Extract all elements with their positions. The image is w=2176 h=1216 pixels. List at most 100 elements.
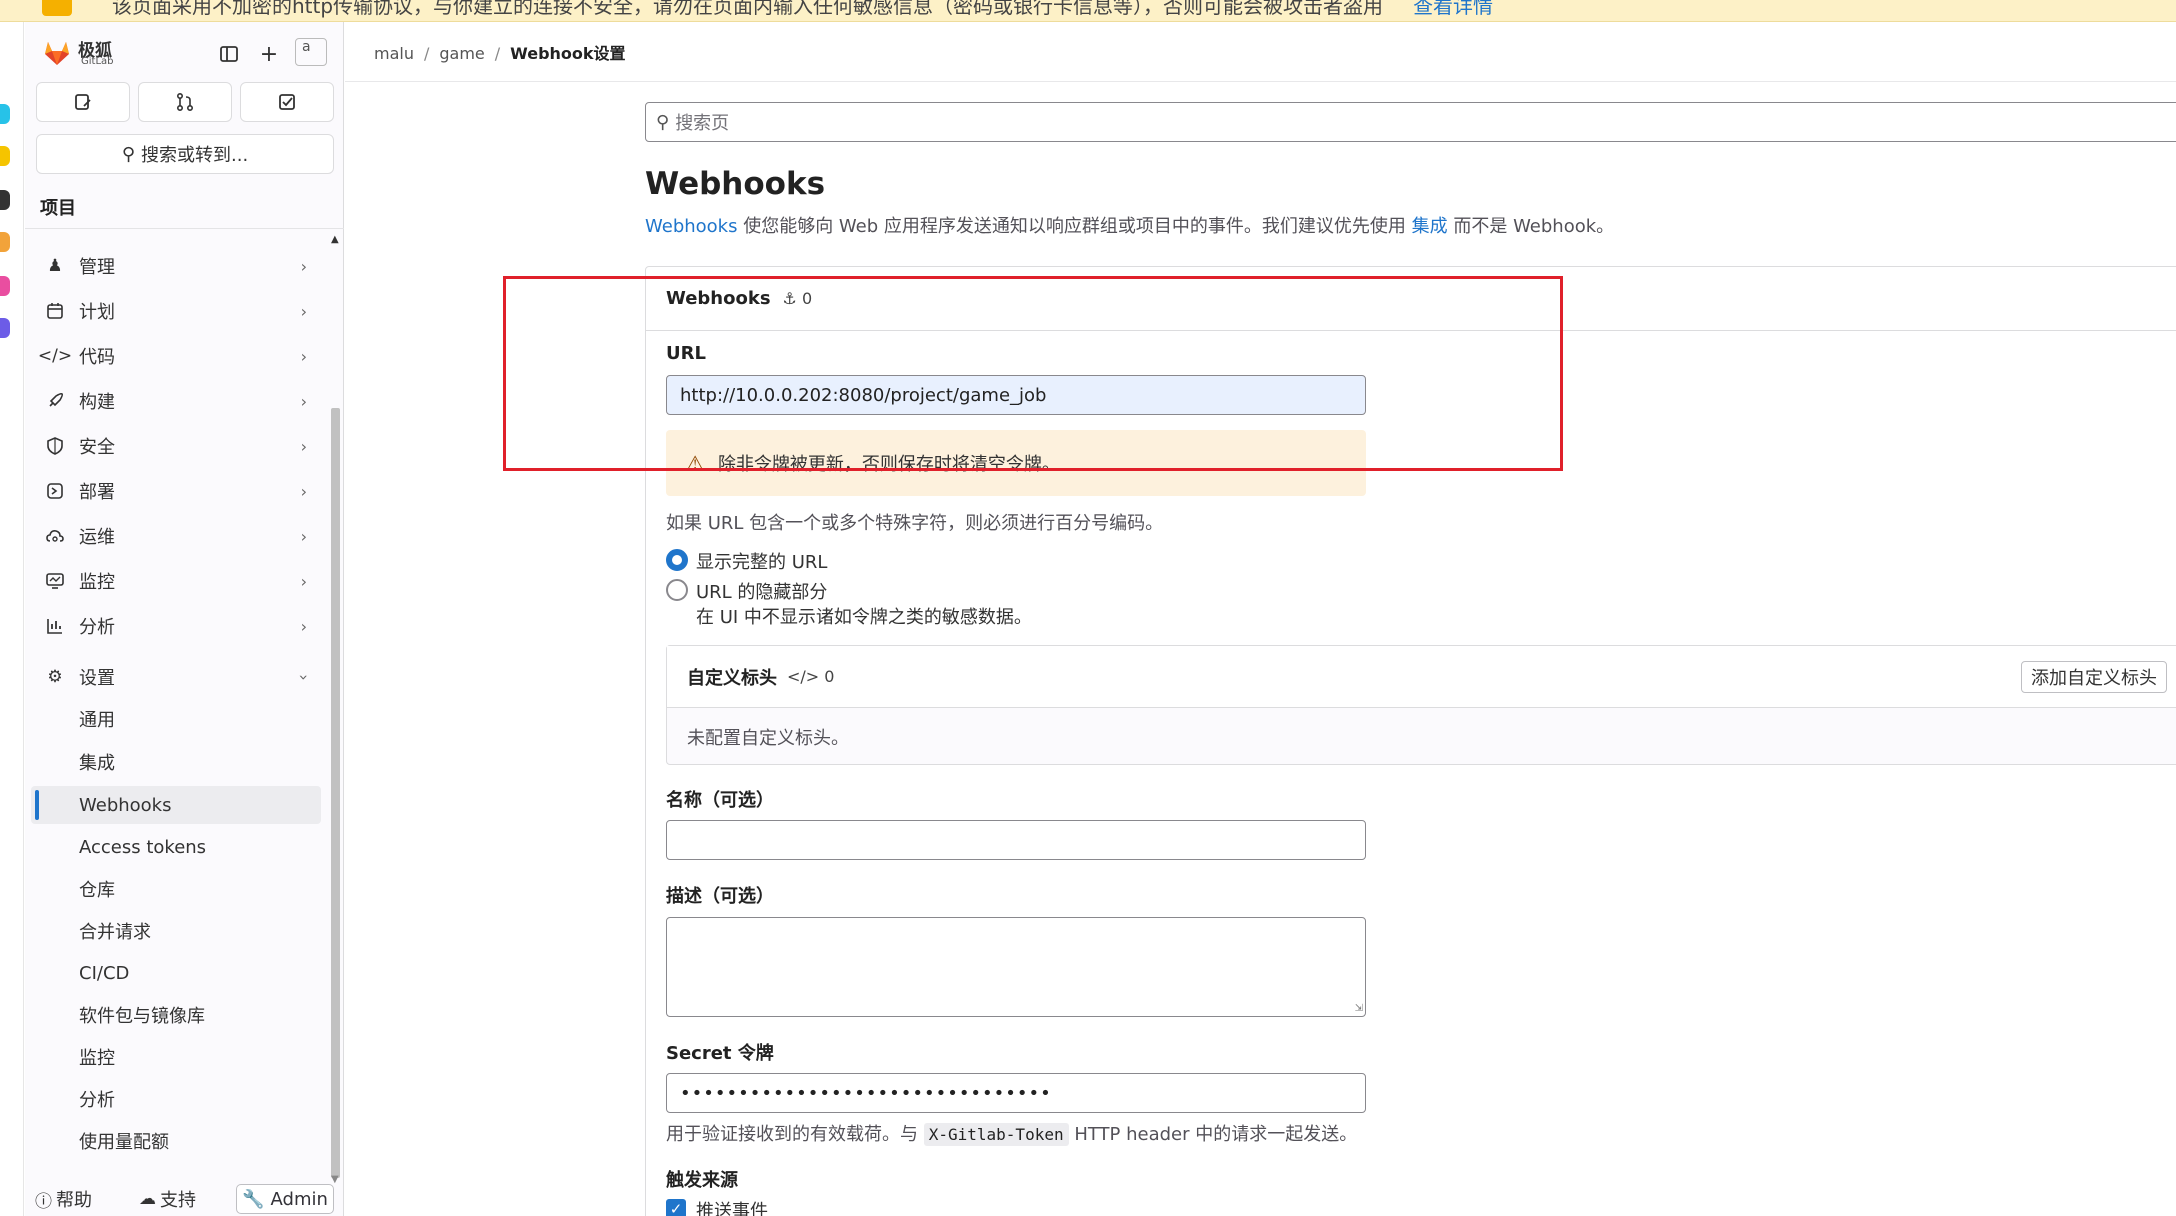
nav-item-security[interactable]: 安全 ›	[31, 426, 321, 466]
nav-label: 监控	[79, 572, 115, 593]
name-label: 名称（可选）	[666, 790, 774, 811]
chevron-right-icon: ›	[300, 436, 307, 456]
nav-item-build[interactable]: 构建 ›	[31, 381, 321, 421]
nav-item-operate[interactable]: 运维 ›	[31, 516, 321, 556]
todos-button[interactable]	[240, 82, 334, 122]
secret-value: ••••••••••••••••••••••••••••••••	[680, 1082, 1052, 1104]
nav-label: 代码	[79, 347, 115, 368]
show-full-url-radio[interactable]	[666, 549, 688, 571]
desc-text: 而不是 Webhook。	[1447, 216, 1615, 237]
mask-url-label[interactable]: URL 的隐藏部分	[696, 578, 827, 604]
show-full-url-label[interactable]: 显示完整的 URL	[696, 548, 827, 574]
sub-item-monitor[interactable]: 监控	[31, 1038, 321, 1076]
nav-item-settings[interactable]: ⚙ 设置 ›	[31, 657, 321, 697]
merge-request-icon	[176, 92, 194, 112]
push-events-label[interactable]: 推送事件	[696, 1197, 768, 1216]
search-or-go-button[interactable]: ⚲ 搜索或转到...	[36, 134, 334, 174]
merge-requests-button[interactable]	[138, 82, 232, 122]
chat-icon: ☁	[139, 1189, 156, 1209]
sub-item-merge-requests[interactable]: 合并请求	[31, 912, 321, 950]
scrollbar-thumb[interactable]	[331, 408, 340, 1178]
nav-label: 构建	[79, 392, 115, 413]
todo-icon	[279, 94, 295, 110]
admin-button[interactable]: 🔧 Admin	[236, 1184, 334, 1214]
name-input[interactable]	[666, 820, 1366, 860]
breadcrumb-current[interactable]: Webhook设置	[510, 44, 625, 63]
create-new-icon[interactable]: +	[251, 36, 287, 72]
breadcrumb-item[interactable]: malu	[374, 44, 414, 63]
support-button[interactable]: ☁ 支持	[139, 1184, 196, 1214]
toggle-sidebar-icon[interactable]	[211, 36, 247, 72]
breadcrumb-item[interactable]: game	[439, 44, 484, 63]
sidebar-scrollbar[interactable]: ▲ ▼	[328, 228, 342, 1188]
browser-side-strip	[0, 22, 24, 1216]
nav-item-manage[interactable]: ♟ 管理 ›	[31, 246, 321, 286]
nav-item-analyze[interactable]: 分析 ›	[31, 606, 321, 646]
nav-item-deploy[interactable]: 部署 ›	[31, 471, 321, 511]
wrench-icon: 🔧	[242, 1188, 265, 1210]
chevron-right-icon: ›	[300, 346, 307, 366]
description-textarea[interactable]: ⇲	[666, 917, 1366, 1017]
sub-item-analytics[interactable]: 分析	[31, 1080, 321, 1118]
sub-item-webhooks[interactable]: Webhooks	[31, 786, 321, 824]
header-code: X-Gitlab-Token	[923, 1123, 1069, 1146]
app-icon[interactable]	[0, 190, 10, 210]
sub-item-general[interactable]: 通用	[31, 700, 321, 738]
app-icon[interactable]	[0, 276, 10, 296]
description-label: 描述（可选）	[666, 886, 774, 907]
admin-label: Admin	[270, 1188, 328, 1210]
sub-item-integrations[interactable]: 集成	[31, 743, 321, 781]
custom-headers-title: 自定义标头	[687, 667, 777, 689]
push-events-checkbox[interactable]: ✓	[666, 1199, 686, 1216]
count-value: 0	[824, 667, 835, 686]
divider	[25, 228, 344, 229]
sidebar-footer: ⓘ 帮助 ☁ 支持 🔧 Admin	[25, 1182, 344, 1216]
nav-item-monitor[interactable]: 监控 ›	[31, 561, 321, 601]
help-text: HTTP header 中的请求一起发送。	[1068, 1124, 1358, 1145]
custom-headers-header: 自定义标头 </> 0 添加自定义标头	[667, 646, 2176, 708]
custom-headers-count: </> 0	[787, 667, 834, 686]
search-icon: ⚲	[656, 111, 670, 133]
trigger-label: 触发来源	[666, 1170, 738, 1191]
sub-item-cicd[interactable]: CI/CD	[31, 954, 321, 992]
nav-label: 运维	[79, 527, 115, 548]
webhooks-doc-link[interactable]: Webhooks	[645, 216, 737, 237]
chart-icon	[43, 614, 67, 638]
secret-token-input[interactable]: ••••••••••••••••••••••••••••••••	[666, 1073, 1366, 1113]
chevron-right-icon: ›	[300, 481, 307, 501]
divider	[345, 81, 2176, 82]
nav-item-code[interactable]: </> 代码 ›	[31, 336, 321, 376]
chevron-right-icon: ›	[300, 526, 307, 546]
rocket-icon	[43, 389, 67, 413]
issues-button[interactable]	[36, 82, 130, 122]
app-icon[interactable]	[0, 232, 10, 252]
page-description: Webhooks 使您能够向 Web 应用程序发送通知以响应群组或项目中的事件。…	[645, 212, 1614, 238]
avatar-alt: a	[302, 39, 311, 55]
sub-item-repository[interactable]: 仓库	[31, 870, 321, 908]
page-search-input[interactable]: ⚲ 搜索页	[645, 102, 2176, 142]
chevron-right-icon: ›	[300, 256, 307, 276]
mask-url-radio[interactable]	[666, 579, 688, 601]
monitor-icon	[43, 569, 67, 593]
sub-item-usage-quotas[interactable]: 使用量配额	[31, 1122, 321, 1160]
sub-item-access-tokens[interactable]: Access tokens	[31, 828, 321, 866]
app-icon[interactable]	[0, 318, 10, 338]
issue-icon	[75, 94, 91, 110]
add-custom-header-button[interactable]: 添加自定义标头	[2021, 661, 2167, 693]
avatar[interactable]: a	[295, 38, 327, 66]
help-button[interactable]: ⓘ 帮助	[35, 1184, 92, 1214]
brand-sub: GitLab	[81, 56, 114, 67]
app-icon[interactable]	[0, 104, 10, 124]
screen: 该页面采用不加密的http传输协议，与你建立的连接不安全，请勿在页面内输入任何敏…	[0, 0, 2176, 1216]
scroll-up-icon[interactable]: ▲	[331, 234, 339, 245]
nav-label: 设置	[79, 668, 115, 689]
app-icon[interactable]	[0, 146, 10, 166]
gitlab-logo-icon[interactable]	[41, 36, 73, 68]
nav-item-plan[interactable]: 计划 ›	[31, 291, 321, 331]
sub-item-packages[interactable]: 软件包与镜像库	[31, 996, 321, 1034]
banner-details-link[interactable]: 查看详情	[1413, 0, 1493, 18]
sidebar: 极狐 GitLab + a ⚲ 搜索或转到... 项目 ♟ 管理 › 计划 › …	[25, 22, 344, 1216]
integrations-link[interactable]: 集成	[1412, 216, 1448, 237]
code-icon: </>	[787, 667, 820, 686]
resize-handle-icon[interactable]: ⇲	[1355, 1003, 1363, 1014]
